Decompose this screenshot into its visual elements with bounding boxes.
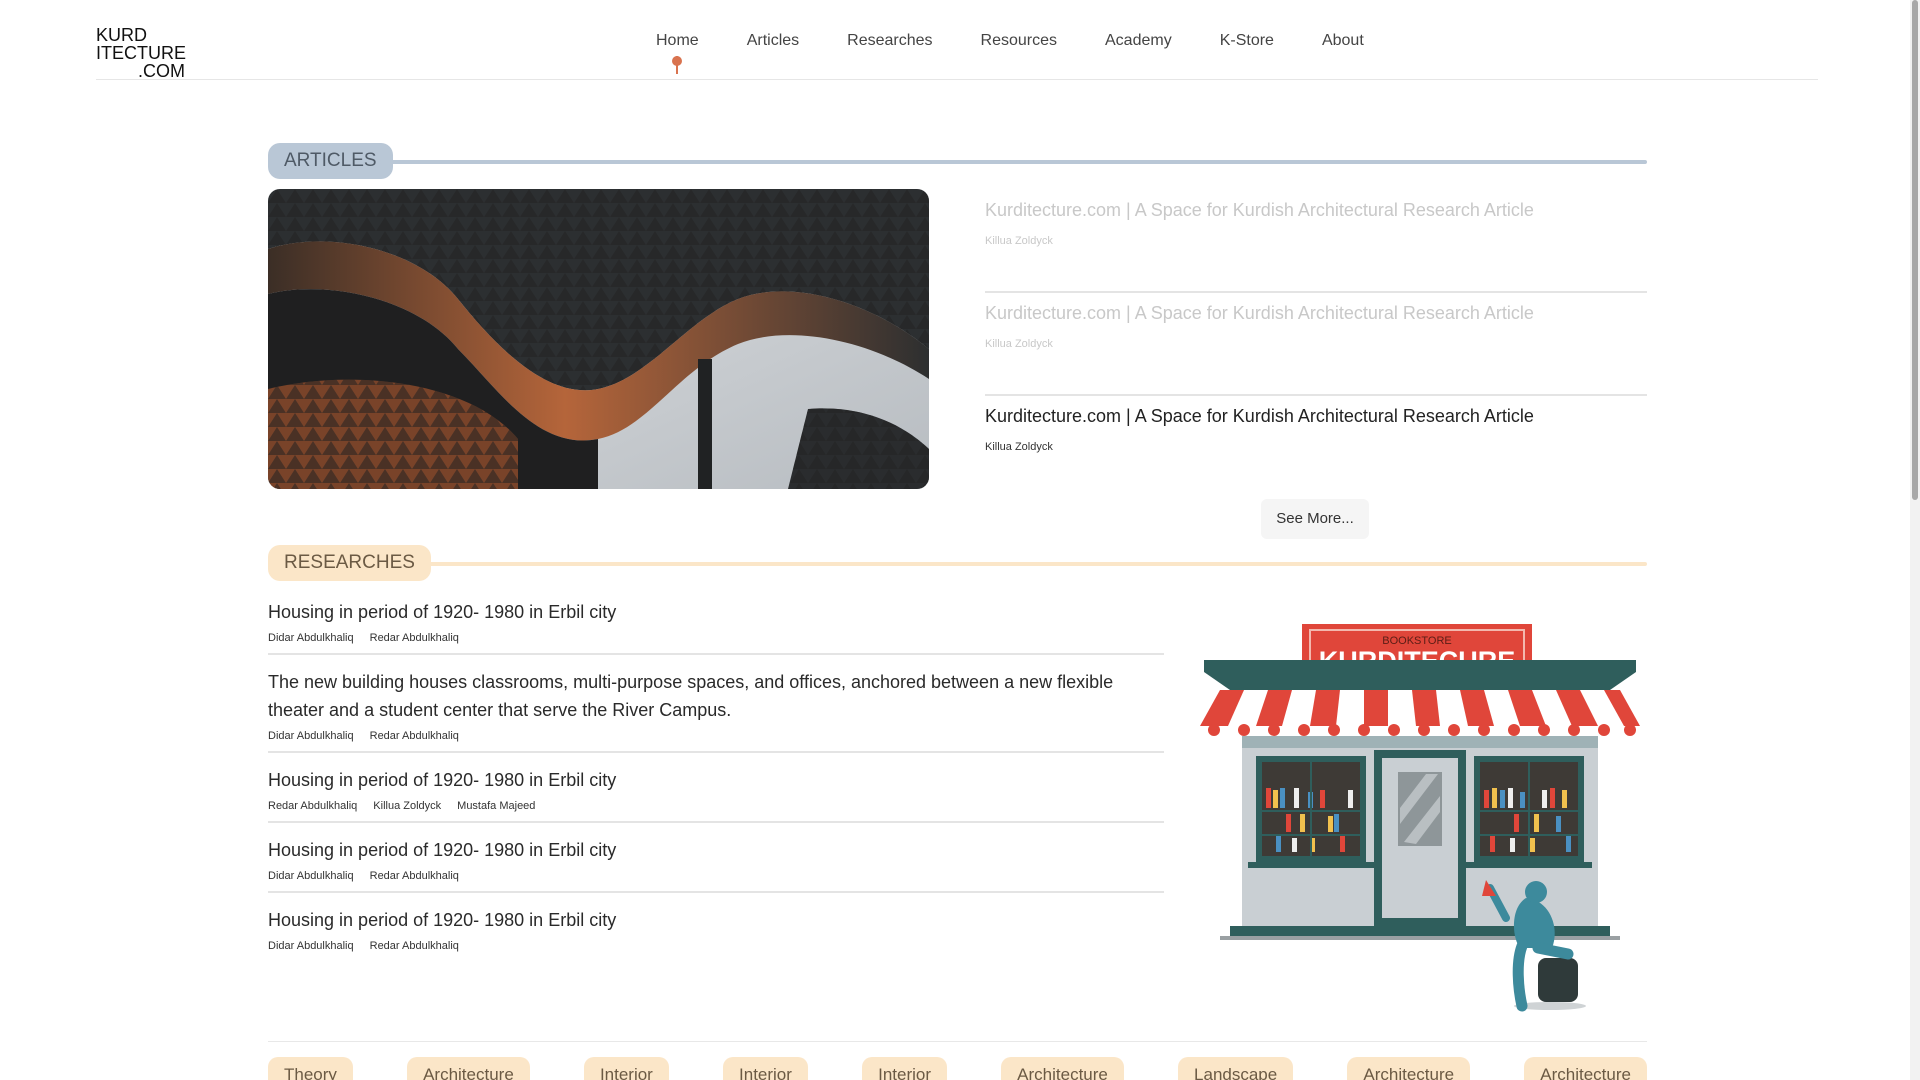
research-author[interactable]: Didar Abdulkhaliq (268, 632, 354, 644)
article-title[interactable]: Kurditecture.com | A Space for Kurdish A… (985, 406, 1647, 427)
nav-academy[interactable]: Academy (1105, 32, 1172, 50)
research-author[interactable]: Redar Abdulkhaliq (268, 800, 357, 812)
tags-divider (268, 1041, 1647, 1042)
page-scrollbar[interactable] (1910, 0, 1920, 1080)
tag-architecture[interactable]: Architecture (407, 1057, 530, 1080)
research-author[interactable]: Redar Abdulkhaliq (370, 940, 459, 952)
research-title[interactable]: Housing in period of 1920- 1980 in Erbil… (268, 598, 1164, 626)
list-item[interactable]: Kurditecture.com | A Space for Kurdish A… (985, 396, 1647, 499)
research-authors: Redar Abdulkhaliq Killua Zoldyck Mustafa… (268, 800, 1164, 812)
articles-heading[interactable]: ARTICLES (268, 143, 393, 179)
research-author[interactable]: Didar Abdulkhaliq (268, 940, 354, 952)
articles-divider (380, 160, 1647, 164)
article-author: Killua Zoldyck (985, 235, 1053, 247)
nav-home[interactable]: Home (656, 32, 699, 74)
category-tags: Theory Architecture Interior Interior In… (268, 1057, 1647, 1080)
active-indicator-pin-icon (672, 56, 683, 74)
see-more-button[interactable]: See More... (1261, 499, 1369, 539)
article-author: Killua Zoldyck (985, 338, 1053, 350)
nav-articles[interactable]: Articles (747, 32, 799, 50)
research-title[interactable]: Housing in period of 1920- 1980 in Erbil… (268, 766, 1164, 794)
articles-section-header: ARTICLES (268, 143, 1647, 179)
research-authors: Didar Abdulkhaliq Redar Abdulkhaliq (268, 940, 1164, 952)
main-nav: Home Articles Researches Resources Acade… (656, 32, 1412, 74)
bookstore-illustration[interactable]: BOOKSTORE KURDITECURE (1190, 618, 1650, 1018)
tag-architecture[interactable]: Architecture (1524, 1057, 1647, 1080)
featured-article-image[interactable] (268, 189, 929, 489)
tag-interior[interactable]: Interior (862, 1057, 948, 1080)
nav-researches[interactable]: Researches (847, 32, 932, 50)
list-item[interactable]: Kurditecture.com | A Space for Kurdish A… (985, 190, 1647, 293)
researches-heading[interactable]: RESEARCHES (268, 545, 431, 581)
bookstore-storefront-icon: BOOKSTORE KURDITECURE (1200, 624, 1640, 1012)
researches-divider (414, 562, 1647, 566)
logo-line-1: KURD (96, 25, 148, 45)
research-author[interactable]: Mustafa Majeed (457, 800, 535, 812)
research-author[interactable]: Redar Abdulkhaliq (370, 632, 459, 644)
research-title[interactable]: Housing in period of 1920- 1980 in Erbil… (268, 836, 1164, 864)
research-author[interactable]: Didar Abdulkhaliq (268, 870, 354, 882)
list-item[interactable]: Housing in period of 1920- 1980 in Erbil… (268, 598, 1164, 655)
tag-interior[interactable]: Interior (583, 1057, 669, 1080)
research-title[interactable]: Housing in period of 1920- 1980 in Erbil… (268, 906, 1164, 934)
list-item[interactable]: Housing in period of 1920- 1980 in Erbil… (268, 836, 1164, 893)
tag-landscape[interactable]: Landscape (1178, 1057, 1294, 1080)
scrollbar-thumb[interactable] (1912, 0, 1918, 500)
logo-line-3: .COM (138, 61, 185, 81)
article-list: Kurditecture.com | A Space for Kurdish A… (985, 190, 1647, 499)
researches-section-header: RESEARCHES (268, 545, 1647, 581)
research-authors: Didar Abdulkhaliq Redar Abdulkhaliq (268, 730, 1164, 742)
nav-k-store[interactable]: K-Store (1220, 32, 1274, 50)
list-item[interactable]: Housing in period of 1920- 1980 in Erbil… (268, 766, 1164, 823)
site-header: KURD ITECTURE .COM Home Articles Researc… (96, 0, 1818, 80)
tag-theory[interactable]: Theory (268, 1057, 353, 1080)
list-item[interactable]: Housing in period of 1920- 1980 in Erbil… (268, 906, 1164, 961)
logo-line-2: ITECTURE (96, 43, 186, 63)
article-author: Killua Zoldyck (985, 441, 1053, 453)
article-title[interactable]: Kurditecture.com | A Space for Kurdish A… (985, 200, 1647, 221)
research-author[interactable]: Redar Abdulkhaliq (370, 870, 459, 882)
tag-architecture[interactable]: Architecture (1347, 1057, 1471, 1080)
site-logo[interactable]: KURD ITECTURE .COM (96, 26, 186, 80)
tag-architecture[interactable]: Architecture (1001, 1057, 1124, 1080)
list-item[interactable]: The new building houses classrooms, mult… (268, 668, 1164, 753)
research-title[interactable]: The new building houses classrooms, mult… (268, 668, 1164, 724)
research-author[interactable]: Killua Zoldyck (373, 800, 441, 812)
research-authors: Didar Abdulkhaliq Redar Abdulkhaliq (268, 632, 1164, 644)
research-author[interactable]: Redar Abdulkhaliq (370, 730, 459, 742)
research-authors: Didar Abdulkhaliq Redar Abdulkhaliq (268, 870, 1164, 882)
parametric-canopy-illustration (268, 189, 929, 489)
article-title[interactable]: Kurditecture.com | A Space for Kurdish A… (985, 303, 1647, 324)
research-author[interactable]: Didar Abdulkhaliq (268, 730, 354, 742)
list-item[interactable]: Kurditecture.com | A Space for Kurdish A… (985, 293, 1647, 396)
tag-interior[interactable]: Interior (723, 1057, 808, 1080)
nav-resources[interactable]: Resources (981, 32, 1057, 50)
research-list: Housing in period of 1920- 1980 in Erbil… (268, 598, 1164, 974)
nav-about[interactable]: About (1322, 32, 1364, 50)
nav-home-label: Home (656, 32, 699, 49)
